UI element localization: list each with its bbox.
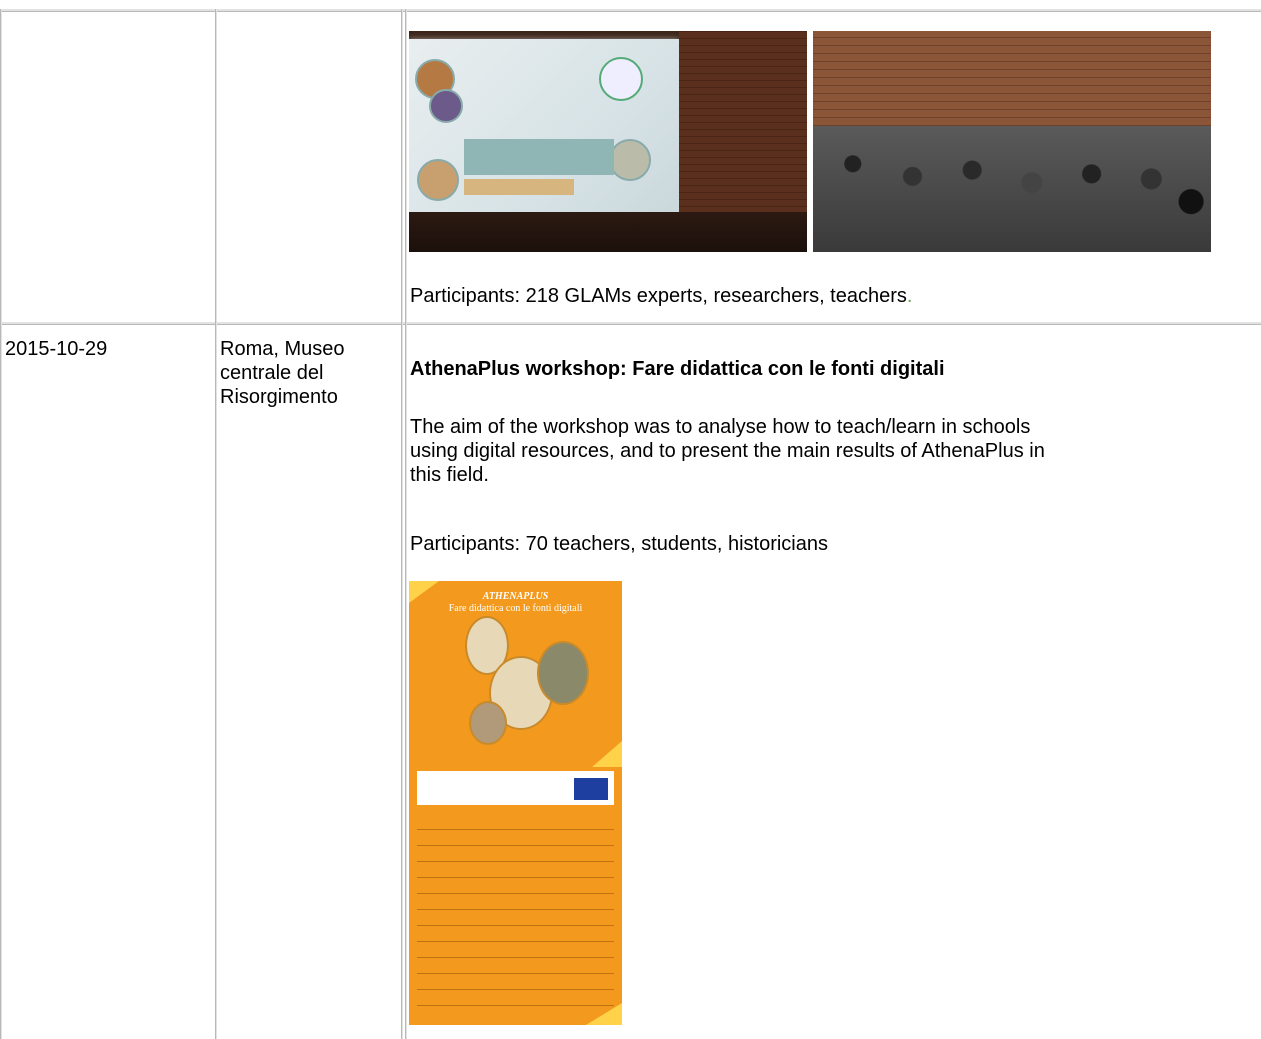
column-border-left [0,9,2,1039]
participants-row1: Participants: 218 GLAMs experts, researc… [410,284,912,308]
poster-title: ATHENAPLUS Fare didattica con le fonti d… [409,591,622,615]
table-top-border [0,9,1261,12]
description-line: this field. [410,464,489,486]
projection-screen [409,39,679,217]
place-line: Roma, Museo [220,338,345,360]
poster-title-line1: ATHENAPLUS [482,591,549,602]
event-description: The aim of the workshop was to analyse h… [410,415,1045,487]
conference-photo [409,31,807,252]
event-title: AthenaPlus workshop: Fare didattica con … [410,358,945,380]
date-cell: 2015-10-29 [5,338,108,360]
row-separator [0,322,1261,325]
description-line: The aim of the workshop was to analyse h… [410,416,1031,438]
eu-flag-icon [574,778,608,800]
column-border-place [401,9,403,1039]
column-border-inner-left [405,9,407,1039]
poster-title-line2: Fare didattica con le fonti digitali [448,603,583,614]
place-cell: Roma, Museo centrale del Risorgimento [220,337,345,409]
column-border-date [215,9,217,1039]
participants-text: Participants: 218 GLAMs experts, researc… [410,285,907,307]
audience-photo [813,31,1211,252]
place-line: centrale del [220,362,324,384]
description-line: using digital resources, and to present … [410,440,1045,462]
poster-program [417,821,614,1011]
place-line: Risorgimento [220,386,338,408]
workshop-poster: ATHENAPLUS Fare didattica con le fonti d… [409,581,622,1025]
poster-logos [417,771,614,805]
participants-row2: Participants: 70 teachers, students, his… [410,533,828,555]
trailing-dot: . [906,285,913,307]
